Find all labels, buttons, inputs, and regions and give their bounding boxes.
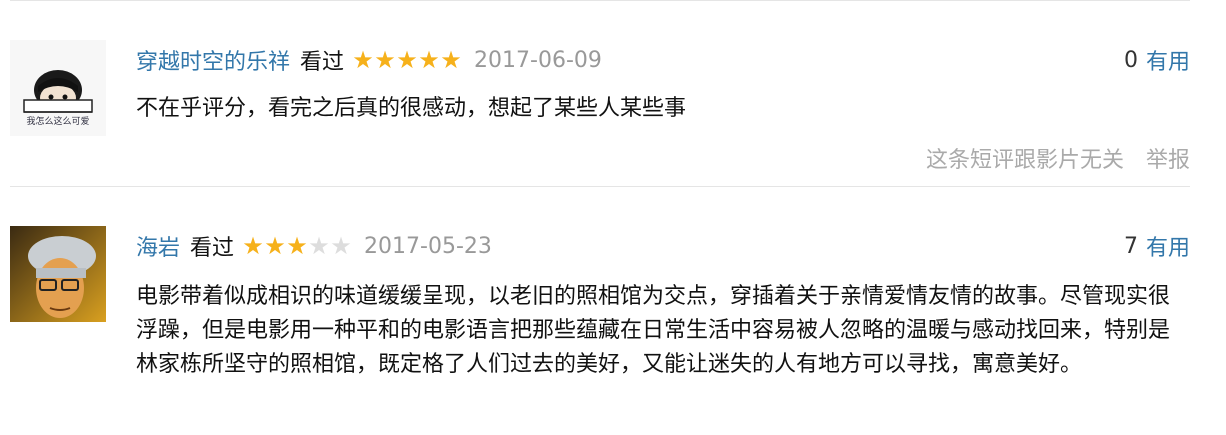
useful-button[interactable]: 有用 (1146, 44, 1190, 76)
avatar[interactable]: 我怎么这么可爱 (10, 40, 106, 136)
vote-area: 7 有用 (1124, 226, 1190, 266)
avatar-image (10, 226, 106, 322)
rating-stars: ★ ★ ★ ★ ★ (242, 234, 352, 258)
star-icon: ★ (242, 232, 264, 260)
vote-area: 0 有用 (1124, 40, 1190, 80)
avatar-caption: 我怎么这么可爱 (26, 117, 90, 127)
star-icon: ★ (374, 46, 396, 74)
username-link[interactable]: 穿越时空的乐祥 (136, 44, 290, 76)
comment-text: 电影带着似成相识的味道缓缓呈现，以老旧的照相馆为交点，穿插着关于亲情爱情友情的故… (136, 284, 1171, 377)
top-divider (10, 0, 1190, 1)
watched-label: 看过 (190, 236, 235, 261)
comment-meta: 海岩 看过 ★ ★ ★ ★ ★ 2017-05-23 (136, 226, 492, 266)
comment-date: 2017-06-09 (474, 47, 602, 73)
vote-count: 7 (1123, 233, 1138, 259)
star-icon: ★ (418, 46, 440, 74)
star-icon: ★ (440, 46, 462, 74)
vote-count: 0 (1123, 47, 1138, 73)
unrelated-link[interactable]: 这条短评跟影片无关 (926, 148, 1124, 173)
star-icon: ★ (330, 232, 352, 260)
report-link[interactable]: 举报 (1146, 148, 1190, 173)
comment-actions: 这条短评跟影片无关 举报 (926, 142, 1190, 174)
comment-divider (10, 186, 1190, 187)
comment-date: 2017-05-23 (364, 233, 492, 259)
star-icon: ★ (352, 46, 374, 74)
star-icon: ★ (286, 232, 308, 260)
avatar[interactable] (10, 226, 106, 322)
comment-meta: 穿越时空的乐祥 看过 ★ ★ ★ ★ ★ 2017-06-09 (136, 40, 602, 80)
comment-text: 不在乎评分，看完之后真的很感动，想起了某些人某些事 (136, 96, 687, 121)
star-icon: ★ (396, 46, 418, 74)
username-link[interactable]: 海岩 (136, 230, 180, 262)
star-icon: ★ (264, 232, 286, 260)
star-icon: ★ (308, 232, 330, 260)
watched-label: 看过 (300, 50, 345, 75)
useful-button[interactable]: 有用 (1146, 230, 1190, 262)
rating-stars: ★ ★ ★ ★ ★ (352, 48, 462, 72)
